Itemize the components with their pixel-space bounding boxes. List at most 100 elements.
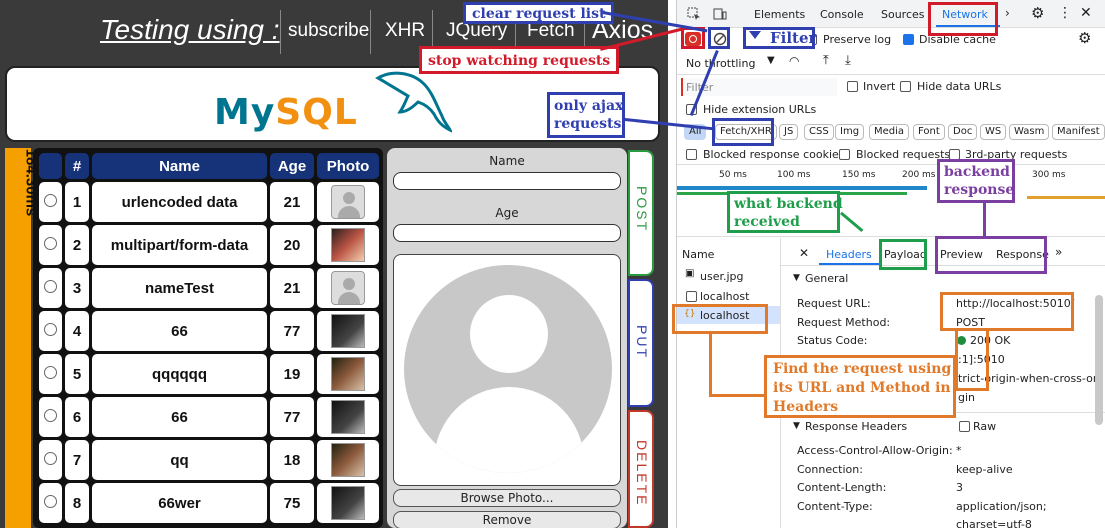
disable-cache-checkbox[interactable] bbox=[903, 34, 914, 45]
response-header-name: Access-Control-Allow-Origin: bbox=[797, 444, 953, 457]
row-photo bbox=[317, 268, 379, 308]
response-header-value: 3 bbox=[956, 481, 963, 494]
blocked-cookies-checkbox[interactable] bbox=[686, 149, 697, 160]
type-filter-doc[interactable]: Doc bbox=[948, 124, 978, 140]
row-number: 8 bbox=[65, 483, 89, 523]
request-row-localhost-1[interactable]: localhost bbox=[700, 290, 749, 303]
status-code-label: Status Code: bbox=[797, 334, 868, 347]
blocked-requests-checkbox[interactable] bbox=[839, 149, 850, 160]
close-devtools-icon[interactable]: ✕ bbox=[1080, 5, 1092, 21]
type-filter-wasm[interactable]: Wasm bbox=[1009, 124, 1050, 140]
response-headers-title[interactable]: Response Headers bbox=[805, 420, 907, 433]
nav-title[interactable]: Testing using : bbox=[100, 14, 280, 46]
response-header-name: Connection: bbox=[797, 462, 863, 476]
tab-sources[interactable]: Sources bbox=[881, 8, 925, 21]
row-select-radio[interactable] bbox=[39, 483, 62, 523]
tick-300: 300 ms bbox=[1032, 170, 1066, 180]
put-button[interactable]: PUT bbox=[628, 279, 654, 407]
table-row[interactable]: 5 qqqqqq 19 bbox=[39, 354, 379, 394]
default-avatar-icon bbox=[331, 185, 365, 219]
upload-icon[interactable]: ⤒ bbox=[823, 53, 829, 68]
more-options-icon[interactable]: ⋮ bbox=[1058, 5, 1072, 21]
row-photo bbox=[317, 397, 379, 437]
type-filter-manifest[interactable]: Manifest bbox=[1052, 124, 1105, 140]
throttling-select[interactable]: No throttling bbox=[686, 57, 755, 70]
row-number: 1 bbox=[65, 182, 89, 222]
row-select-radio[interactable] bbox=[39, 311, 62, 351]
chevron-down-icon[interactable]: ▼ bbox=[767, 55, 775, 66]
hide-data-urls-label: Hide data URLs bbox=[917, 80, 1002, 93]
general-toggle-icon[interactable]: ▼ bbox=[793, 273, 800, 283]
type-filter-js[interactable]: JS bbox=[779, 124, 799, 140]
tab-console[interactable]: Console bbox=[820, 8, 864, 21]
hide-data-urls-checkbox[interactable] bbox=[900, 81, 911, 92]
age-field[interactable] bbox=[393, 224, 621, 242]
type-filter-ws[interactable]: WS bbox=[980, 124, 1007, 140]
row-number: 6 bbox=[65, 397, 89, 437]
detail-scrollbar[interactable] bbox=[1095, 295, 1103, 425]
row-select-radio[interactable] bbox=[39, 268, 62, 308]
nav-link-subscribe[interactable]: subscribe bbox=[288, 20, 369, 42]
status-code-value: 200 OK bbox=[970, 334, 1011, 347]
invert-checkbox[interactable] bbox=[847, 81, 858, 92]
row-select-radio[interactable] bbox=[39, 440, 62, 480]
table-row[interactable]: 1 urlencoded data 21 bbox=[39, 182, 379, 222]
general-section-title[interactable]: General bbox=[805, 272, 848, 285]
row-age: 21 bbox=[270, 182, 314, 222]
row-age: 21 bbox=[270, 268, 314, 308]
type-filter-media[interactable]: Media bbox=[869, 124, 910, 140]
table-row[interactable]: 6 66 77 bbox=[39, 397, 379, 437]
response-header-name: Content-Length: bbox=[797, 481, 887, 494]
delete-button[interactable]: DELETE bbox=[628, 410, 654, 528]
table-row[interactable]: 4 66 77 bbox=[39, 311, 379, 351]
browse-photo-button[interactable]: Browse Photo... bbox=[393, 489, 621, 507]
row-select-radio[interactable] bbox=[39, 182, 62, 222]
settings-icon[interactable]: ⚙ bbox=[1031, 4, 1044, 22]
type-filter-font[interactable]: Font bbox=[913, 124, 945, 140]
timer-bar: 184.30ms bbox=[5, 148, 39, 528]
raw-checkbox[interactable] bbox=[959, 421, 970, 432]
post-button[interactable]: POST bbox=[628, 150, 654, 276]
user-photo-thumbnail bbox=[331, 357, 365, 391]
network-settings-icon[interactable]: ⚙ bbox=[1078, 29, 1091, 47]
referrer-policy-value-cont: gin bbox=[958, 391, 976, 404]
header-photo: Photo bbox=[317, 153, 379, 179]
remote-address-value: :1]:5010 bbox=[958, 353, 1005, 366]
table-row[interactable]: 3 nameTest 21 bbox=[39, 268, 379, 308]
type-filter-img[interactable]: Img bbox=[835, 124, 865, 140]
download-icon[interactable]: ⤓ bbox=[845, 53, 851, 68]
close-detail-icon[interactable]: ✕ bbox=[799, 246, 809, 260]
nav-link-xhr[interactable]: XHR bbox=[385, 20, 425, 42]
row-age: 75 bbox=[270, 483, 314, 523]
response-headers-toggle-icon[interactable]: ▼ bbox=[793, 421, 800, 431]
row-select-radio[interactable] bbox=[39, 397, 62, 437]
document-icon bbox=[686, 291, 697, 302]
remove-photo-button[interactable]: Remove bbox=[393, 511, 621, 528]
dolphin-icon bbox=[375, 71, 452, 133]
blocked-cookies-label: Blocked response cookies bbox=[703, 148, 845, 161]
hide-extension-urls-label: Hide extension URLs bbox=[703, 103, 817, 116]
wifi-icon[interactable]: ◠ bbox=[789, 54, 799, 68]
annotation-clear-request-list: clear request list bbox=[463, 2, 615, 24]
table-row[interactable]: 2 multipart/form-data 20 bbox=[39, 225, 379, 265]
request-row-user-jpg[interactable]: user.jpg bbox=[700, 270, 744, 283]
name-label: Name bbox=[489, 154, 525, 168]
inspect-icon[interactable] bbox=[687, 7, 701, 21]
row-age: 20 bbox=[270, 225, 314, 265]
row-select-radio[interactable] bbox=[39, 225, 62, 265]
device-toolbar-icon[interactable] bbox=[713, 7, 727, 21]
web-app: Testing using : subscribe XHR JQuery Fet… bbox=[0, 0, 668, 528]
response-header-name: Content-Type: bbox=[797, 499, 873, 513]
more-tabs-icon[interactable]: › bbox=[1005, 6, 1010, 20]
header-select bbox=[39, 153, 62, 179]
row-select-radio[interactable] bbox=[39, 354, 62, 394]
type-filter-css[interactable]: CSS bbox=[804, 124, 834, 140]
response-header-value: * bbox=[956, 444, 962, 457]
photo-preview bbox=[393, 254, 621, 486]
more-detail-tabs-icon[interactable]: » bbox=[1055, 245, 1062, 259]
detail-tab-headers[interactable]: Headers bbox=[826, 248, 872, 261]
table-row[interactable]: 8 66wer 75 bbox=[39, 483, 379, 523]
tab-elements[interactable]: Elements bbox=[754, 8, 805, 21]
table-row[interactable]: 7 qq 18 bbox=[39, 440, 379, 480]
name-field[interactable] bbox=[393, 172, 621, 190]
